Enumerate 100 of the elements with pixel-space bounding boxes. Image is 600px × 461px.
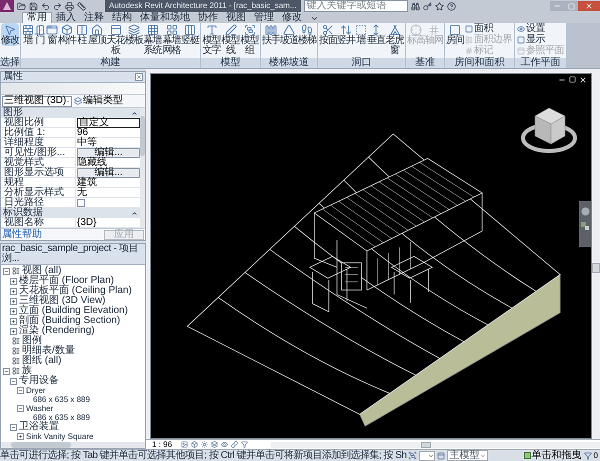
ribbon-tab[interactable]: 体量和场地 bbox=[136, 13, 194, 23]
ribbon-button[interactable]: 设置 bbox=[517, 24, 564, 34]
ribbon-tab[interactable]: 插入 bbox=[52, 13, 80, 23]
ribbon-button[interactable]: 修改 bbox=[1, 23, 19, 46]
scrollbar[interactable] bbox=[140, 108, 145, 228]
tree-item[interactable]: 立面 (Building Elevation) bbox=[19, 306, 128, 316]
restore-icon[interactable] bbox=[569, 76, 576, 83]
tree-item[interactable]: 图例 bbox=[22, 336, 42, 346]
expand-toggle[interactable] bbox=[10, 298, 17, 304]
save-icon[interactable] bbox=[29, 2, 38, 10]
ribbon-button[interactable]: 模型文字 bbox=[202, 23, 221, 56]
group-header[interactable]: 图形 bbox=[1, 108, 140, 118]
eye-icon[interactable] bbox=[221, 441, 228, 448]
ribbon-tab[interactable]: 结构 bbox=[108, 13, 136, 23]
collapse-toggle[interactable] bbox=[3, 268, 10, 274]
ribbon-button[interactable]: 模型组 bbox=[240, 23, 259, 56]
ribbon-button[interactable]: 垂直 bbox=[367, 23, 385, 46]
ribbon-button[interactable]: 楼板 bbox=[125, 23, 143, 46]
panel-icon[interactable] bbox=[437, 452, 446, 460]
collapse-toggle[interactable] bbox=[10, 378, 17, 384]
tree-item[interactable]: 楼层平面 (Floor Plan) bbox=[19, 276, 114, 286]
printer-icon[interactable] bbox=[65, 2, 74, 10]
expand-toggle[interactable] bbox=[10, 328, 17, 334]
edit-button[interactable]: 编辑... bbox=[77, 168, 140, 178]
ribbon-button[interactable]: 按面 bbox=[319, 23, 337, 46]
expand-toggle[interactable] bbox=[10, 318, 17, 324]
ribbon-tab[interactable]: 协作 bbox=[194, 13, 222, 23]
tree-item[interactable]: Dryer bbox=[26, 386, 46, 395]
dropdown-icon[interactable] bbox=[310, 14, 319, 23]
ribbon-button[interactable]: 墙 bbox=[355, 23, 367, 46]
image-icon[interactable] bbox=[181, 441, 188, 448]
tree-item[interactable]: 686 x 635 x 889 bbox=[33, 395, 90, 404]
ribbon-button[interactable]: 幕墙系统 bbox=[143, 23, 162, 56]
expand-toggle[interactable] bbox=[10, 308, 17, 314]
ribbon-button[interactable]: 柱 bbox=[76, 23, 88, 46]
folder-icon[interactable] bbox=[17, 2, 26, 10]
ribbon-tab[interactable]: 常用 bbox=[22, 12, 52, 23]
ribbon-tab[interactable]: 注释 bbox=[80, 13, 108, 23]
link-icon[interactable] bbox=[231, 441, 238, 448]
value-field[interactable]: 自定义 bbox=[77, 118, 140, 128]
zoom-icon[interactable] bbox=[581, 222, 589, 230]
type-selector[interactable]: 三维视图 (3D) bbox=[2, 96, 72, 106]
layers-icon[interactable] bbox=[211, 441, 218, 448]
tree-item[interactable]: 渲染 (Rendering) bbox=[19, 326, 95, 336]
ribbon-button[interactable]: 显示 bbox=[517, 35, 564, 45]
close-button[interactable] bbox=[135, 73, 143, 81]
cube-icon[interactable] bbox=[191, 441, 198, 448]
ribbon-button[interactable]: 房间 bbox=[446, 23, 464, 46]
sun-icon[interactable] bbox=[201, 441, 208, 448]
scrollbar[interactable] bbox=[1, 442, 145, 448]
help-icon[interactable] bbox=[446, 2, 456, 10]
tree-item[interactable]: 图纸 (all) bbox=[22, 356, 62, 366]
tree-item[interactable]: 视图 (all) bbox=[22, 266, 62, 276]
tree-item[interactable]: Sink Vanity Square bbox=[26, 432, 94, 441]
tree-item[interactable]: 天花板平面 (Ceiling Plan) bbox=[19, 286, 132, 296]
expand-toggle[interactable] bbox=[10, 278, 17, 284]
redo-icon[interactable] bbox=[53, 2, 62, 10]
ribbon-tab[interactable]: 管理 bbox=[250, 13, 278, 23]
steering-wheel-icon[interactable] bbox=[580, 207, 590, 216]
filter-icon[interactable] bbox=[584, 452, 592, 460]
collapse-toggle[interactable] bbox=[3, 368, 10, 374]
drag-checkbox[interactable]: 单击和拖曳 bbox=[524, 450, 582, 461]
close-icon[interactable] bbox=[579, 76, 587, 84]
group-icon[interactable] bbox=[408, 451, 418, 460]
ribbon-button[interactable]: 竖梃 bbox=[181, 23, 199, 46]
ribbon-button[interactable]: 门 bbox=[34, 23, 46, 46]
ribbon-button[interactable]: 竖井 bbox=[337, 23, 355, 46]
star-icon[interactable] bbox=[434, 2, 444, 10]
ribbon-button[interactable]: 坡道 bbox=[280, 23, 298, 46]
ribbon-button[interactable]: 构件 bbox=[58, 23, 76, 46]
group-header[interactable]: 标识数据 bbox=[1, 208, 140, 218]
expand-toggle[interactable] bbox=[17, 433, 24, 440]
tree-item[interactable]: 族 bbox=[22, 366, 32, 376]
ribbon-button[interactable]: 老虎窗 bbox=[385, 23, 404, 56]
ribbon-button[interactable]: 墙 bbox=[22, 23, 34, 46]
checkbox[interactable] bbox=[77, 199, 85, 207]
ribbon-button[interactable]: 幕墙网格 bbox=[162, 23, 181, 56]
undo-icon[interactable] bbox=[41, 2, 50, 10]
ruler-icon[interactable] bbox=[77, 2, 86, 10]
ribbon-button[interactable]: 扶手 bbox=[262, 23, 280, 46]
key-icon[interactable] bbox=[422, 2, 432, 10]
tree-item[interactable]: 专用设备 bbox=[19, 376, 59, 386]
collapse-toggle[interactable] bbox=[17, 387, 24, 394]
app-logo-icon[interactable] bbox=[0, 0, 14, 12]
ribbon-button[interactable]: 面积 bbox=[465, 24, 512, 34]
ribbon-button[interactable]: 楼梯 bbox=[298, 23, 316, 46]
filter-icon[interactable] bbox=[241, 441, 248, 448]
tree-item[interactable]: 卫浴装置 bbox=[19, 422, 59, 432]
binoculars-icon[interactable] bbox=[410, 2, 420, 10]
ribbon-tab[interactable]: 视图 bbox=[222, 13, 250, 23]
ribbon-button[interactable]: 屋顶 bbox=[88, 23, 106, 46]
ribbon-button[interactable]: 天花板 bbox=[106, 23, 125, 56]
ribbon-tab[interactable]: 修改 bbox=[278, 13, 306, 23]
edit-button[interactable]: 编辑... bbox=[77, 148, 140, 158]
collapse-toggle[interactable] bbox=[17, 405, 24, 412]
design-option-dropdown[interactable]: 主模型 bbox=[447, 450, 488, 461]
expand-toggle[interactable] bbox=[10, 288, 17, 294]
collapse-toggle[interactable] bbox=[10, 424, 17, 430]
edit-type-button[interactable]: 编辑类型 bbox=[74, 96, 123, 106]
tree-item[interactable]: Washer bbox=[26, 404, 54, 413]
